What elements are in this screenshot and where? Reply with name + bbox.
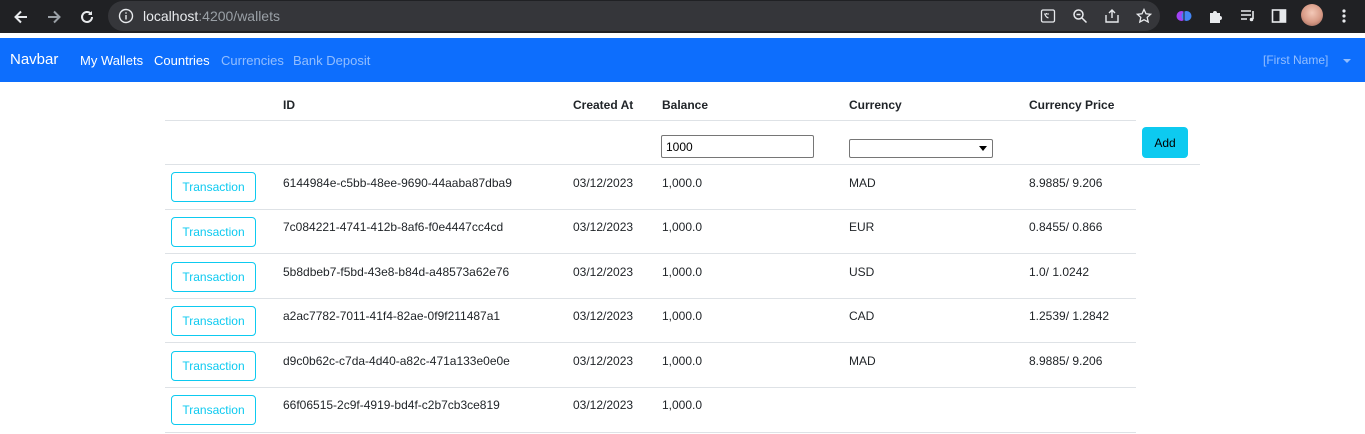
url-text: localhost:4200/wallets (143, 8, 280, 24)
currency-price: 8.9885/ 9.206 (1029, 176, 1103, 190)
column-header-currency: Currency (849, 98, 902, 112)
transaction-button[interactable]: Transaction (171, 351, 256, 381)
column-header-id: ID (283, 98, 295, 112)
app-navbar: Navbar My Wallets Countries Currencies B… (0, 38, 1365, 82)
currency: MAD (849, 354, 876, 368)
column-header-created-at: Created At (573, 98, 634, 112)
balance: 1,000.0 (662, 398, 703, 412)
created-at: 03/12/2023 (573, 309, 634, 323)
created-at: 03/12/2023 (573, 176, 634, 190)
extensions-puzzle-icon[interactable] (1205, 5, 1227, 27)
kebab-menu-icon[interactable] (1333, 5, 1355, 27)
currency: USD (849, 265, 875, 279)
wallet-id: 7c084221-4741-412b-8af6-f0e4447cc4cd (283, 220, 504, 234)
wallet-id: 6144984e-c5bb-48ee-9690-44aaba87dba9 (283, 176, 512, 190)
bookmark-star-icon[interactable] (1134, 6, 1154, 26)
translate-icon[interactable] (1038, 6, 1058, 26)
add-wallet-button[interactable]: Add (1142, 127, 1188, 158)
row-divider (165, 342, 1136, 343)
share-icon[interactable] (1102, 6, 1122, 26)
browser-toolbar: localhost:4200/wallets (0, 0, 1365, 33)
nav-link-bank-deposit[interactable]: Bank Deposit (293, 53, 370, 68)
currency-select[interactable] (849, 139, 993, 158)
wallet-id: 5b8dbeb7-f5bd-43e8-b84d-a48573a62e76 (283, 265, 510, 279)
balance: 1,000.0 (662, 220, 703, 234)
balance: 1,000.0 (662, 309, 703, 323)
currency-price: 0.8455/ 0.866 (1029, 220, 1103, 234)
created-at: 03/12/2023 (573, 398, 634, 412)
transaction-button[interactable]: Transaction (171, 262, 256, 292)
created-at: 03/12/2023 (573, 354, 634, 368)
created-at: 03/12/2023 (573, 265, 634, 279)
balance: 1,000.0 (662, 176, 703, 190)
forward-arrow-icon[interactable] (42, 5, 66, 29)
balance: 1,000.0 (662, 265, 703, 279)
row-divider (165, 298, 1136, 299)
currency-price: 1.0/ 1.0242 (1029, 265, 1090, 279)
info-icon[interactable] (116, 6, 136, 26)
created-at: 03/12/2023 (573, 220, 634, 234)
balance: 1,000.0 (662, 354, 703, 368)
profile-avatar[interactable] (1301, 4, 1323, 26)
transaction-button[interactable]: Transaction (171, 395, 256, 425)
currency-price: 1.2539/ 1.2842 (1029, 309, 1110, 323)
balance-input[interactable] (661, 135, 814, 158)
select-chevron-down-icon (979, 146, 987, 151)
row-divider (165, 432, 1136, 433)
column-header-balance: Balance (662, 98, 709, 112)
row-divider (165, 209, 1136, 210)
nav-link-currencies[interactable]: Currencies (221, 53, 284, 68)
currency: CAD (849, 309, 875, 323)
currency: EUR (849, 220, 875, 234)
user-dropdown[interactable]: [First Name] (1263, 53, 1328, 67)
navbar-brand[interactable]: Navbar (10, 51, 58, 68)
reading-list-icon[interactable] (1237, 5, 1259, 27)
wallet-id: a2ac7782-7011-41f4-82ae-0f9f211487a1 (283, 309, 501, 323)
extension-brain-icon[interactable] (1173, 5, 1195, 27)
reload-icon[interactable] (75, 5, 99, 29)
url-path: :4200/wallets (198, 8, 280, 24)
header-divider (165, 120, 1136, 121)
zoom-icon[interactable] (1070, 6, 1090, 26)
column-header-currency-price: Currency Price (1029, 98, 1115, 112)
currency: MAD (849, 176, 876, 190)
user-dropdown-caret-icon[interactable] (1343, 59, 1351, 63)
row-divider (165, 164, 1200, 165)
back-arrow-icon[interactable] (9, 5, 33, 29)
transaction-button[interactable]: Transaction (171, 306, 256, 336)
wallet-id: d9c0b62c-c7da-4d40-a82c-471a133e0e0e (283, 354, 510, 368)
nav-link-countries[interactable]: Countries (154, 53, 210, 68)
wallet-id: 66f06515-2c9f-4919-bd4f-c2b7cb3ce819 (283, 398, 500, 412)
url-host: localhost (143, 8, 199, 24)
row-divider (165, 253, 1136, 254)
transaction-button[interactable]: Transaction (171, 172, 256, 202)
side-panel-icon[interactable] (1268, 5, 1290, 27)
nav-link-my-wallets[interactable]: My Wallets (80, 53, 143, 68)
row-divider (165, 387, 1136, 388)
currency-price: 8.9885/ 9.206 (1029, 354, 1103, 368)
address-bar[interactable]: localhost:4200/wallets (108, 1, 1160, 31)
transaction-button[interactable]: Transaction (171, 217, 256, 247)
